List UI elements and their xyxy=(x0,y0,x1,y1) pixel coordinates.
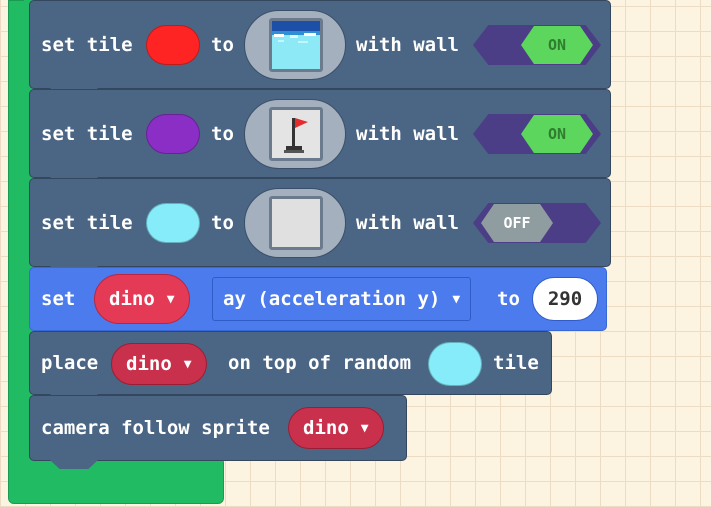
with-wall-label: with wall xyxy=(356,211,459,234)
tile-color-field[interactable] xyxy=(146,114,200,154)
wall-toggle[interactable]: ON xyxy=(473,25,601,65)
sprite-dropdown[interactable]: dino ▼ xyxy=(94,274,190,324)
set-tile-block-3[interactable]: set tile to with wall OFF xyxy=(29,178,611,275)
set-tile-label: set tile xyxy=(41,122,133,145)
tile-label: tile xyxy=(493,352,539,374)
to-label: to xyxy=(211,122,234,145)
tile-image-field[interactable] xyxy=(244,10,346,80)
toggle-knob-on: ON xyxy=(521,26,593,64)
toggle-knob-on: ON xyxy=(521,115,593,153)
chevron-down-icon: ▼ xyxy=(452,291,461,307)
sprite-dropdown[interactable]: dino ▼ xyxy=(288,407,384,449)
to-label: to xyxy=(497,288,520,310)
on-top-label: on top of random xyxy=(228,352,412,374)
flag-tile-icon xyxy=(269,107,323,161)
place-label: place xyxy=(41,352,99,374)
set-tile-label: set tile xyxy=(41,33,133,56)
tile-color-field[interactable] xyxy=(146,25,200,65)
set-tile-block-1[interactable]: set tile to with wall ON xyxy=(29,0,611,97)
to-label: to xyxy=(211,33,234,56)
set-sprite-property-block[interactable]: set dino ▼ ay (acceleration y) ▼ to 290 xyxy=(29,267,607,331)
camera-follow-sprite-block[interactable]: camera follow sprite dino ▼ xyxy=(29,395,407,469)
tile-image-field[interactable] xyxy=(244,99,346,169)
with-wall-label: with wall xyxy=(356,122,459,145)
tile-image-field[interactable] xyxy=(244,188,346,258)
to-label: to xyxy=(211,211,234,234)
blank-tile-icon xyxy=(269,196,323,250)
wall-toggle[interactable]: OFF xyxy=(473,203,601,243)
value-input[interactable]: 290 xyxy=(532,277,598,321)
property-dropdown[interactable]: ay (acceleration y) ▼ xyxy=(212,277,472,321)
place-on-random-tile-block[interactable]: place dino ▼ on top of random tile xyxy=(29,331,552,403)
toggle-knob-off: OFF xyxy=(481,204,553,242)
set-tile-label: set tile xyxy=(41,211,133,234)
chevron-down-icon: ▼ xyxy=(166,291,175,307)
water-tile-icon xyxy=(269,18,323,72)
wall-toggle[interactable]: ON xyxy=(473,114,601,154)
chevron-down-icon: ▼ xyxy=(360,420,369,436)
chevron-down-icon: ▼ xyxy=(183,356,192,372)
with-wall-label: with wall xyxy=(356,33,459,56)
tile-color-field[interactable] xyxy=(428,342,482,386)
sprite-dropdown[interactable]: dino ▼ xyxy=(111,343,207,385)
set-label: set xyxy=(41,288,76,310)
set-tile-block-2[interactable]: set tile to with wall ON xyxy=(29,89,611,186)
tile-color-field[interactable] xyxy=(146,203,200,243)
camera-follow-label: camera follow sprite xyxy=(41,417,270,439)
